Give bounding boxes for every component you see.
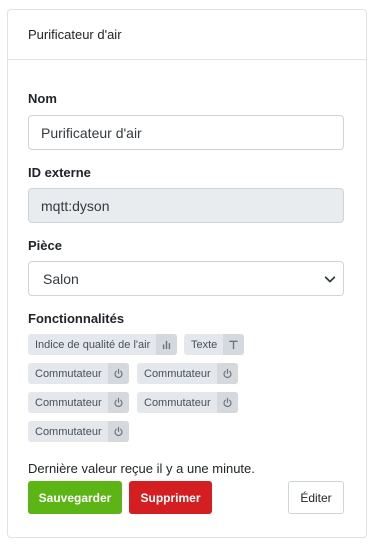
power-icon: [216, 392, 238, 413]
feature-tag: Texte: [184, 334, 245, 355]
room-label: Pièce: [28, 238, 62, 253]
feature-tag: Commutateur: [28, 421, 129, 442]
text-icon: [223, 334, 245, 355]
last-value-status: Dernière valeur reçue il y a une minute.: [28, 461, 255, 476]
name-input[interactable]: Purificateur d'air: [28, 115, 344, 150]
room-select-value: Salon: [43, 270, 79, 287]
external-id-value: mqtt:dyson: [41, 197, 110, 214]
name-label: Nom: [28, 91, 57, 106]
feature-tag-label: Commutateur: [35, 396, 102, 409]
features-label: Fonctionnalités: [28, 311, 125, 326]
feature-tag: Commutateur: [137, 392, 238, 413]
name-input-value: Purificateur d'air: [41, 124, 142, 141]
power-icon: [107, 392, 129, 413]
feature-tag-label: Indice de qualité de l'air: [35, 338, 151, 351]
card-title: Purificateur d'air: [28, 27, 122, 42]
feature-tag: Commutateur: [28, 392, 129, 413]
save-button[interactable]: Sauvegarder: [28, 481, 122, 514]
feature-tag-label: Commutateur: [144, 396, 211, 409]
bar-chart-icon: [156, 334, 178, 355]
power-icon: [107, 421, 129, 442]
feature-tag: Indice de qualité de l'air: [28, 334, 178, 355]
feature-tag-label: Commutateur: [144, 367, 211, 380]
room-select[interactable]: Salon: [28, 261, 344, 296]
external-id-field: mqtt:dyson: [28, 188, 344, 223]
card-header: Purificateur d'air: [8, 10, 366, 60]
edit-button[interactable]: Éditer: [288, 481, 344, 514]
device-card: Purificateur d'air Nom Purificateur d'ai…: [7, 9, 367, 538]
feature-tag-label: Commutateur: [35, 425, 102, 438]
chevron-down-icon: [324, 275, 336, 282]
delete-button[interactable]: Supprimer: [129, 481, 212, 514]
external-id-label: ID externe: [28, 165, 91, 180]
feature-tag-label: Texte: [191, 338, 218, 351]
power-icon: [216, 363, 238, 384]
power-icon: [107, 363, 129, 384]
feature-tag: Commutateur: [137, 363, 238, 384]
feature-tag: Commutateur: [28, 363, 129, 384]
feature-tag-label: Commutateur: [35, 367, 102, 380]
